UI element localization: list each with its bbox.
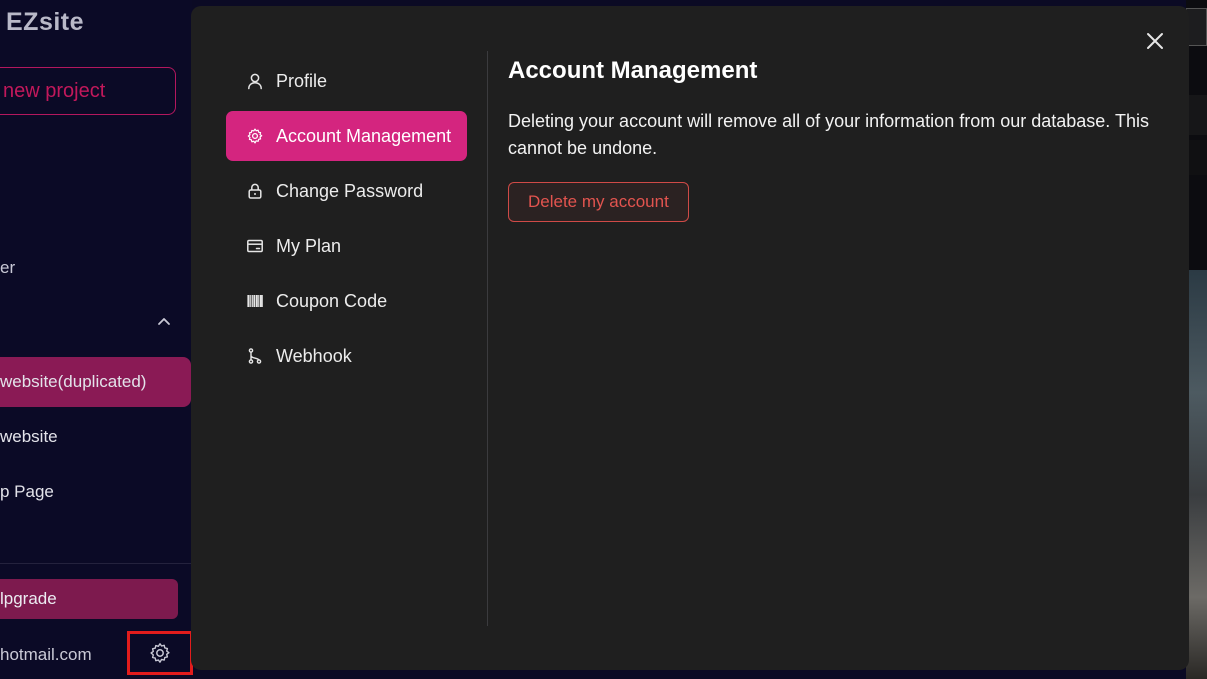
card-icon bbox=[246, 237, 264, 255]
nav-divider bbox=[487, 51, 488, 626]
barcode-icon bbox=[246, 292, 264, 310]
user-icon bbox=[246, 72, 264, 90]
nav-label: Profile bbox=[276, 70, 328, 91]
project-item-website-duplicated[interactable]: website(duplicated) bbox=[0, 357, 191, 407]
project-item-page[interactable]: p Page bbox=[0, 467, 191, 517]
nav-label: Webhook bbox=[276, 345, 352, 366]
nav-label: Account Management bbox=[276, 125, 452, 146]
nav-label: Change Password bbox=[276, 180, 424, 201]
account-management-panel: Account Management Deleting your account… bbox=[508, 56, 1158, 222]
settings-gear-button[interactable] bbox=[127, 631, 193, 675]
gear-icon bbox=[246, 127, 264, 145]
gear-icon bbox=[150, 643, 170, 663]
nav-item-profile[interactable]: Profile bbox=[226, 56, 467, 106]
section-description: Deleting your account will remove all of… bbox=[508, 111, 1149, 158]
nav-label: My Plan bbox=[276, 235, 342, 256]
section-title: Account Management bbox=[508, 57, 758, 84]
chevron-up-icon[interactable] bbox=[156, 313, 172, 329]
background-image bbox=[1186, 270, 1207, 679]
brand-logo: EZsite bbox=[6, 8, 85, 36]
upgrade-button[interactable]: lpgrade bbox=[0, 579, 178, 619]
background-input bbox=[1186, 8, 1207, 46]
settings-nav: Profile Account Management Change Passwo… bbox=[226, 56, 467, 386]
sidebar-partial-item[interactable]: er bbox=[0, 258, 15, 278]
nav-item-my-plan[interactable]: My Plan bbox=[226, 221, 467, 271]
lock-icon bbox=[246, 182, 264, 200]
webhook-icon bbox=[246, 347, 264, 365]
background-bar bbox=[1186, 95, 1207, 135]
project-item-website[interactable]: website bbox=[0, 412, 191, 462]
app-sidebar: EZsite new project er website(duplicated… bbox=[0, 0, 193, 679]
nav-item-webhook[interactable]: Webhook bbox=[226, 331, 467, 381]
background-bar bbox=[1186, 140, 1207, 175]
close-button[interactable] bbox=[1142, 28, 1168, 54]
nav-item-coupon-code[interactable]: Coupon Code bbox=[226, 276, 467, 326]
close-icon bbox=[1147, 33, 1163, 49]
delete-account-button[interactable]: Delete my account bbox=[508, 182, 689, 222]
nav-item-account-management[interactable]: Account Management bbox=[226, 111, 467, 161]
settings-modal: Profile Account Management Change Passwo… bbox=[191, 6, 1189, 670]
sidebar-divider bbox=[0, 563, 192, 564]
background-page-sliver bbox=[1186, 0, 1207, 679]
nav-item-change-password[interactable]: Change Password bbox=[226, 166, 467, 216]
nav-label: Coupon Code bbox=[276, 290, 388, 311]
new-project-button[interactable]: new project bbox=[0, 67, 176, 115]
user-email: hotmail.com bbox=[0, 645, 92, 664]
